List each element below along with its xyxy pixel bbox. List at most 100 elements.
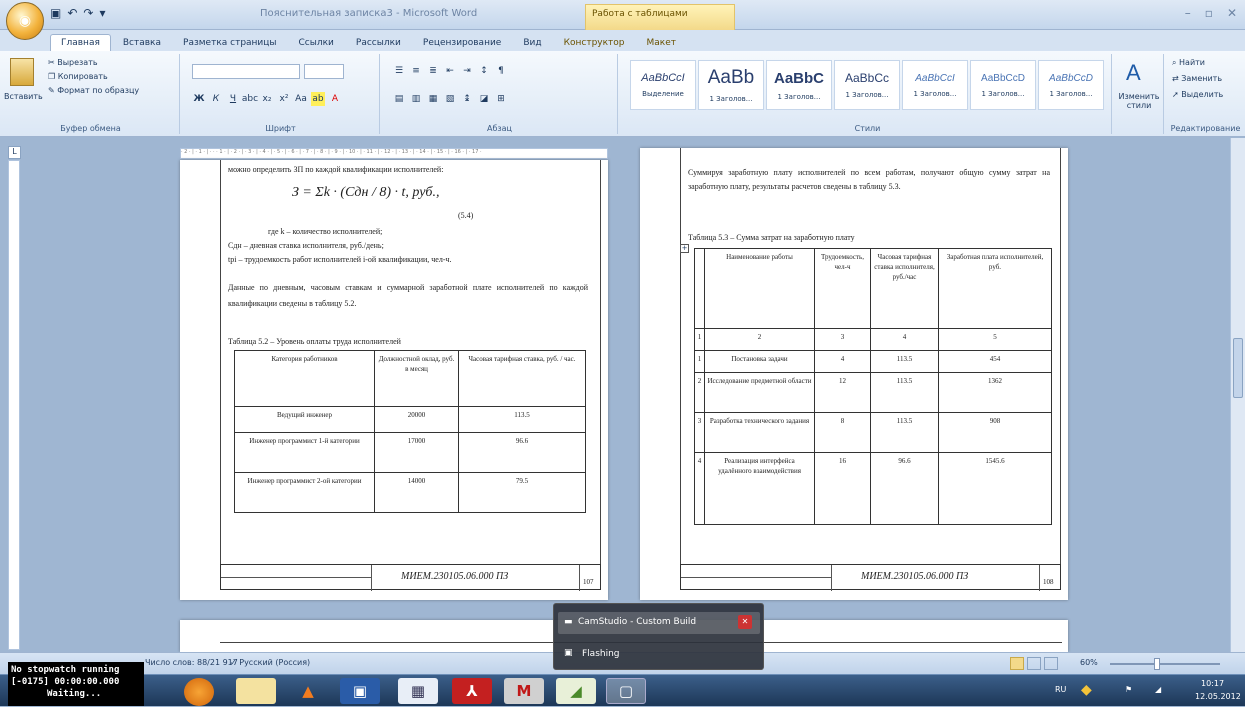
table-move-handle[interactable]: +	[680, 244, 689, 253]
zoom-slider-thumb[interactable]	[1154, 658, 1160, 670]
horizontal-ruler[interactable]: · 2 · | · 1 · | · · · 1 · | · 2 · | · 3 …	[180, 148, 608, 159]
table-cell: 1362	[938, 372, 1052, 413]
window-icon: ▬	[564, 617, 573, 627]
font-color-icon[interactable]: A	[328, 92, 342, 106]
flag-icon[interactable]: ⚑	[1125, 685, 1132, 694]
tab-references[interactable]: Ссылки	[289, 35, 344, 51]
tab-page-layout[interactable]: Разметка страницы	[173, 35, 287, 51]
notes-icon[interactable]	[236, 678, 276, 704]
style-heading-5[interactable]: AaBbCcD 1 Заголов...	[970, 60, 1036, 110]
italic-icon[interactable]: К	[209, 92, 223, 106]
find-button[interactable]: ⌕ Найти	[1172, 58, 1205, 68]
style-heading-6[interactable]: AaBbCcD 1 Заголов...	[1038, 60, 1104, 110]
copy-button[interactable]: ❐ Копировать	[48, 72, 108, 81]
select-button[interactable]: ➚ Выделить	[1172, 90, 1223, 99]
tab-layout[interactable]: Макет	[637, 35, 687, 51]
firefox-icon[interactable]	[184, 678, 214, 706]
customize-icon[interactable]: ▾	[99, 6, 105, 20]
tab-insert[interactable]: Вставка	[113, 35, 171, 51]
maximize-icon[interactable]: ▫	[1205, 6, 1213, 20]
acrobat-icon[interactable]: ⅄	[452, 678, 492, 704]
zoom-slider[interactable]	[1110, 663, 1220, 665]
save-app-icon[interactable]: ▣	[340, 678, 380, 704]
ruler-tab-selector[interactable]: L	[8, 146, 21, 159]
font-size-combo[interactable]	[304, 64, 344, 79]
multilevel-list-icon[interactable]: ≣	[426, 64, 440, 78]
camstudio-taskbar-icon[interactable]: ▢	[606, 678, 646, 704]
network-icon[interactable]: ◢	[1155, 685, 1161, 694]
vertical-ruler[interactable]	[8, 160, 20, 650]
close-icon[interactable]: ✕	[738, 615, 752, 629]
zoom-level[interactable]: 60%	[1080, 658, 1098, 667]
image-viewer-icon[interactable]: ▦	[398, 678, 438, 704]
superscript-icon[interactable]: x²	[277, 92, 291, 106]
print-layout-icon[interactable]	[1010, 657, 1024, 670]
redo-icon[interactable]: ↷	[83, 6, 93, 20]
justify-icon[interactable]: ▧	[443, 92, 457, 106]
close-icon[interactable]: ✕	[1227, 6, 1237, 20]
full-screen-icon[interactable]	[1027, 657, 1041, 670]
word-count[interactable]: Число слов: 88/21 917	[145, 658, 238, 667]
subscript-icon[interactable]: x₂	[260, 92, 274, 106]
tab-view[interactable]: Вид	[513, 35, 551, 51]
chart-app-icon[interactable]: ◢	[556, 678, 596, 704]
font-family-combo[interactable]	[192, 64, 300, 79]
align-left-icon[interactable]: ▤	[392, 92, 406, 106]
paste-icon[interactable]	[10, 58, 34, 86]
intro-text: можно определить ЗП по каждой квалификац…	[228, 165, 444, 174]
change-styles-button[interactable]: Изменить стили	[1116, 92, 1162, 110]
bold-icon[interactable]: Ж	[192, 92, 206, 106]
cut-button[interactable]: ✂ Вырезать	[48, 58, 98, 67]
scrollbar-thumb[interactable]	[1233, 338, 1243, 398]
paste-button[interactable]: Вставить	[4, 92, 43, 101]
copy-icon: ❐	[48, 72, 58, 81]
style-heading-3[interactable]: AaBbCc 1 Заголов...	[834, 60, 900, 110]
line-spacing-icon[interactable]: ↨	[460, 92, 474, 106]
table-cell: 113.5	[870, 350, 939, 373]
borders-icon[interactable]: ⊞	[494, 92, 508, 106]
show-marks-icon[interactable]: ¶	[494, 64, 508, 78]
table-row: Инженер программист 2-ой категории 14000…	[234, 472, 586, 513]
shading-icon[interactable]: ◪	[477, 92, 491, 106]
increase-indent-icon[interactable]: ⇥	[460, 64, 474, 78]
language-indicator[interactable]: ✓ Русский (Россия)	[230, 658, 310, 667]
flashing-menu-item[interactable]: ▣ Flashing	[558, 644, 760, 664]
vertical-scrollbar[interactable]	[1230, 138, 1245, 652]
notification-icon[interactable]: ◆	[1081, 682, 1092, 698]
tab-home[interactable]: Главная	[50, 34, 111, 51]
change-case-icon[interactable]: Aa	[294, 92, 308, 106]
undo-icon[interactable]: ↶	[67, 6, 77, 20]
highlight-icon[interactable]: ab	[311, 92, 325, 106]
align-right-icon[interactable]: ▦	[426, 92, 440, 106]
web-layout-icon[interactable]	[1044, 657, 1058, 670]
strikethrough-icon[interactable]: abc	[242, 92, 258, 106]
minimize-icon[interactable]: –	[1185, 6, 1191, 20]
tab-mailings[interactable]: Рассылки	[346, 35, 411, 51]
tab-review[interactable]: Рецензирование	[413, 35, 511, 51]
clock-time[interactable]: 10:17	[1201, 679, 1224, 688]
office-button[interactable]: ◉	[6, 2, 44, 40]
numbering-icon[interactable]: ≡	[409, 64, 423, 78]
mathcad-icon[interactable]: M	[504, 678, 544, 704]
format-painter-button[interactable]: ✎ Формат по образцу	[48, 86, 139, 95]
change-styles-icon[interactable]: A	[1126, 60, 1141, 86]
table-row: 1 2 3 4 5	[694, 328, 1052, 351]
style-heading-1[interactable]: AaBb 1 Заголов...	[698, 60, 764, 110]
frame-left-border	[220, 160, 221, 590]
stopwatch-overlay: No stopwatch running [-0175] 00:00:00.00…	[8, 662, 144, 706]
style-heading-2[interactable]: AaBbC 1 Заголов...	[766, 60, 832, 110]
style-emphasis[interactable]: AaBbCcI Выделение	[630, 60, 696, 110]
decrease-indent-icon[interactable]: ⇤	[443, 64, 457, 78]
camstudio-menu-item[interactable]: ▬ CamStudio - Custom Build ✕	[558, 612, 760, 634]
vlc-icon[interactable]: ▲	[288, 678, 328, 704]
keyboard-language[interactable]: RU	[1055, 685, 1066, 694]
replace-button[interactable]: ⇄ Заменить	[1172, 74, 1222, 83]
save-icon[interactable]: ▣	[50, 6, 61, 20]
tab-design[interactable]: Конструктор	[554, 35, 635, 51]
sort-icon[interactable]: ↕	[477, 64, 491, 78]
underline-icon[interactable]: Ч	[226, 92, 240, 106]
style-heading-4[interactable]: AaBbCcI 1 Заголов...	[902, 60, 968, 110]
clock-date[interactable]: 12.05.2012	[1195, 692, 1241, 701]
align-center-icon[interactable]: ▥	[409, 92, 423, 106]
bullets-icon[interactable]: ☰	[392, 64, 406, 78]
